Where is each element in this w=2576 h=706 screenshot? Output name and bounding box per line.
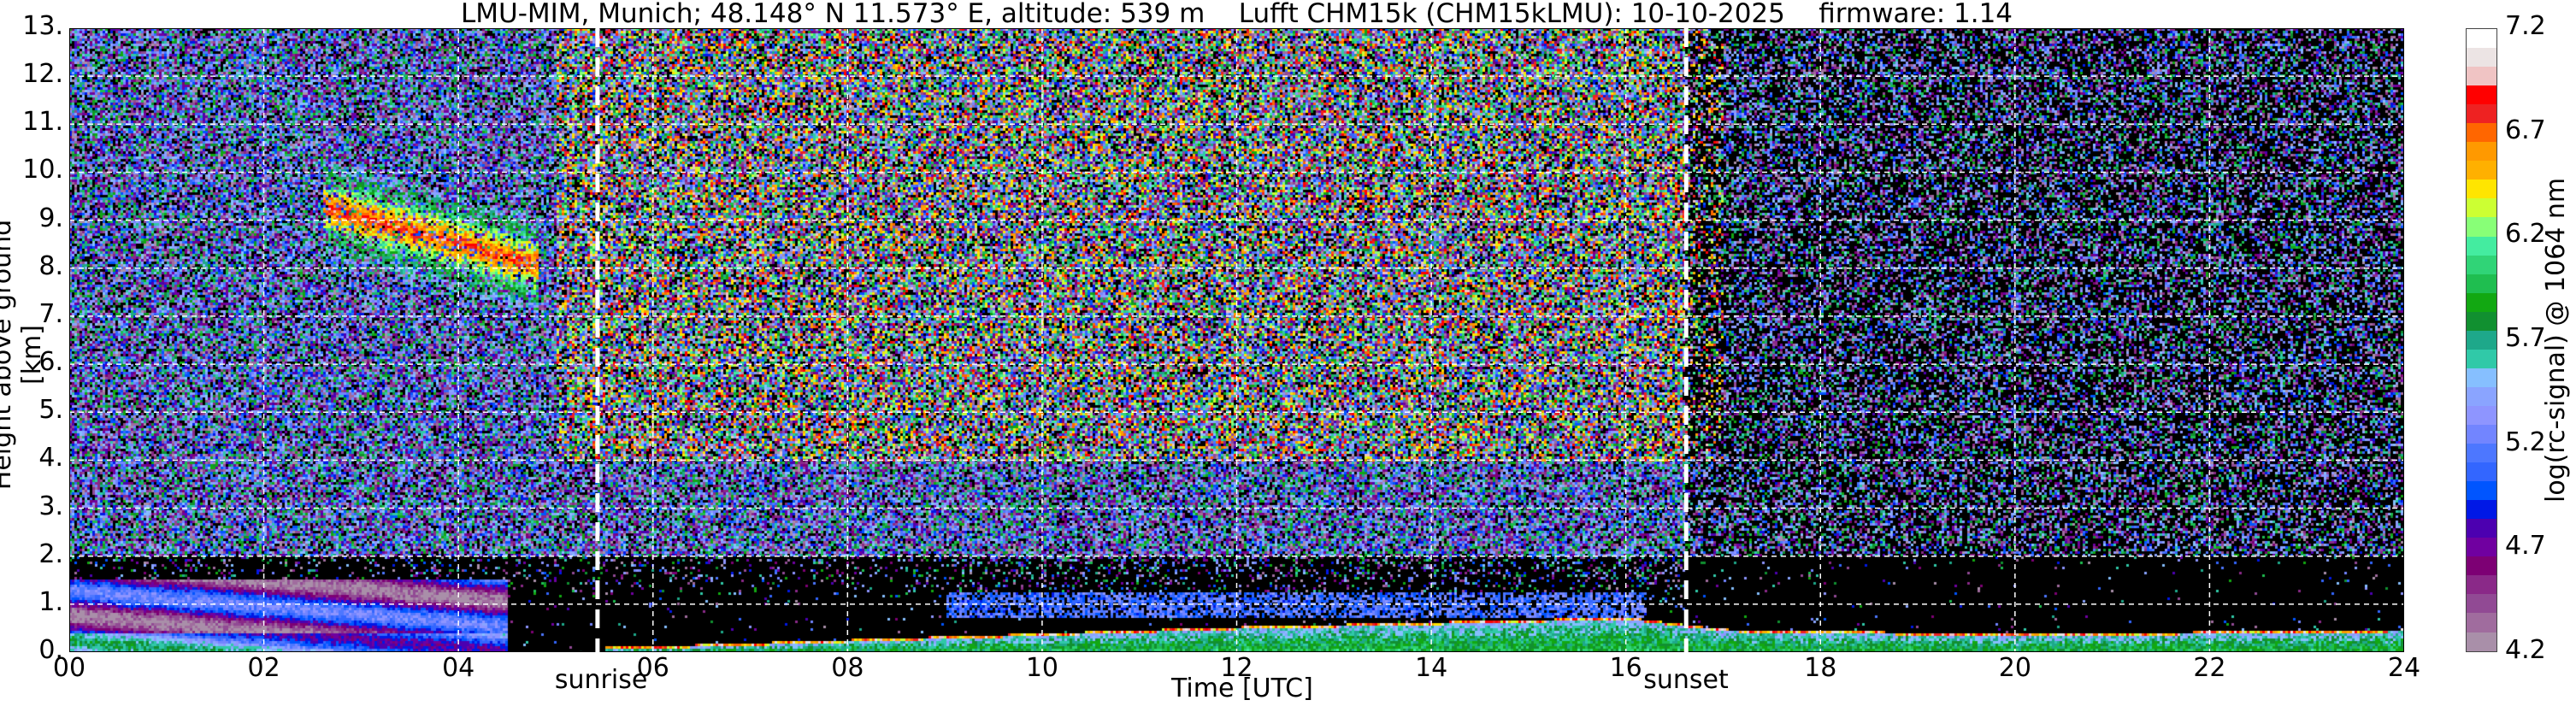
colorbar-tick-label: 7.2 <box>2505 11 2546 41</box>
colorbar-band <box>2467 538 2496 557</box>
colorbar-band <box>2467 255 2496 274</box>
colorbar-label: log(rc-signal) @ 1064 nm <box>2541 177 2571 503</box>
y-tick-label: 11. <box>22 107 63 138</box>
colorbar-band <box>2467 292 2496 312</box>
colorbar-band <box>2467 104 2496 124</box>
y-tick-label: 9. <box>38 203 63 233</box>
x-tick-label: 02 <box>247 653 280 683</box>
colorbar-band <box>2467 594 2496 614</box>
colorbar-band <box>2467 236 2496 256</box>
chart-title: LMU-MIM, Munich; 48.148° N 11.573° E, al… <box>460 0 2013 29</box>
colorbar-band <box>2467 161 2496 180</box>
colorbar-band <box>2467 142 2496 162</box>
colorbar-band <box>2467 575 2496 595</box>
colorbar-band <box>2467 274 2496 293</box>
x-tick-label: 22 <box>2193 653 2226 683</box>
x-tick-label: 14 <box>1414 653 1448 683</box>
x-tick-label: 20 <box>1998 653 2031 683</box>
x-tick-label: 18 <box>1804 653 1837 683</box>
colorbar-tick-label: 5.7 <box>2505 323 2546 353</box>
y-tick-label: 8. <box>38 250 63 281</box>
colorbar-band <box>2467 613 2496 632</box>
colorbar <box>2466 28 2497 652</box>
colorbar-band <box>2467 311 2496 331</box>
colorbar-tick-label: 4.2 <box>2505 635 2546 665</box>
y-tick-label: 12. <box>22 59 63 90</box>
colorbar-band <box>2467 462 2496 482</box>
colorbar-band <box>2467 85 2496 105</box>
colorbar-band <box>2467 217 2496 237</box>
y-tick-label: 1. <box>38 586 63 617</box>
colorbar-band <box>2467 123 2496 143</box>
colorbar-tick-label: 4.7 <box>2505 531 2546 562</box>
colorbar-band <box>2467 67 2496 86</box>
x-tick-label: 24 <box>2387 653 2421 683</box>
colorbar-tick-label: 6.7 <box>2505 115 2546 145</box>
x-tick-label: 06 <box>636 653 669 683</box>
colorbar-band <box>2467 29 2496 49</box>
colorbar-band <box>2467 198 2496 218</box>
y-tick-label: 2. <box>38 538 63 569</box>
y-tick-label: 3. <box>38 491 63 521</box>
colorbar-band <box>2467 405 2496 425</box>
colorbar-band <box>2467 386 2496 406</box>
x-tick-label: 04 <box>442 653 475 683</box>
colorbar-band <box>2467 556 2496 576</box>
x-tick-label: 00 <box>52 653 86 683</box>
overlay <box>69 28 2404 652</box>
colorbar-band <box>2467 519 2496 538</box>
colorbar-band <box>2467 481 2496 501</box>
colorbar-band <box>2467 179 2496 199</box>
colorbar-band <box>2467 48 2496 68</box>
colorbar-band <box>2467 424 2496 444</box>
colorbar-tick-label: 5.2 <box>2505 427 2546 457</box>
x-tick-label: 16 <box>1609 653 1642 683</box>
colorbar-band <box>2467 368 2496 387</box>
plot-area <box>69 28 2404 652</box>
y-tick-label: 10. <box>22 155 63 185</box>
colorbar-band <box>2467 330 2496 350</box>
x-tick-label: 10 <box>1025 653 1058 683</box>
y-tick-label: 4. <box>38 443 63 474</box>
x-tick-label: 12 <box>1220 653 1253 683</box>
colorbar-band <box>2467 500 2496 520</box>
colorbar-band <box>2467 444 2496 463</box>
colorbar-band <box>2467 349 2496 368</box>
colorbar-tick-label: 6.2 <box>2505 219 2546 250</box>
y-tick-label: 5. <box>38 395 63 426</box>
x-tick-label: 08 <box>831 653 864 683</box>
y-tick-label: 6. <box>38 347 63 378</box>
y-tick-label: 13. <box>22 11 63 41</box>
colorbar-band <box>2467 632 2496 651</box>
y-tick-label: 7. <box>38 298 63 329</box>
